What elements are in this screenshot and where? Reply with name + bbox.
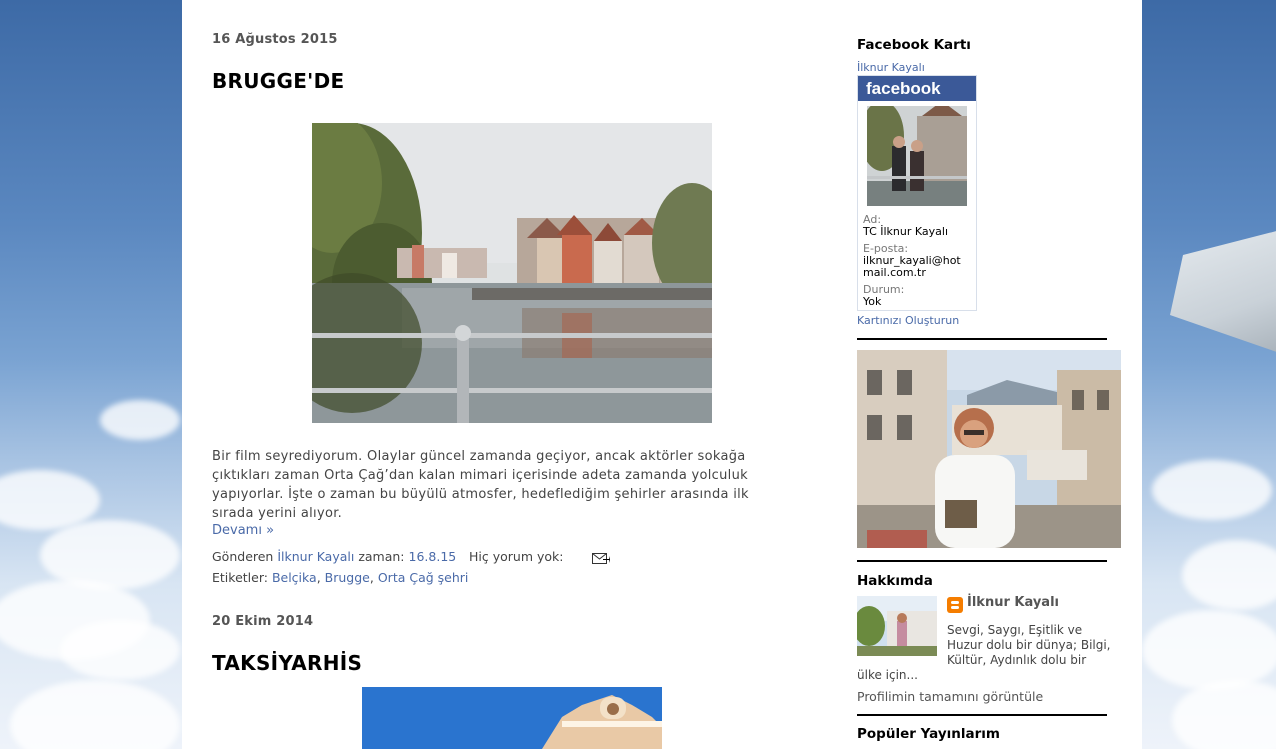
email-post-icon[interactable]	[592, 551, 610, 570]
divider	[857, 560, 1107, 562]
post-title-text[interactable]: BRUGGE'DE	[212, 69, 344, 93]
about-text: Sevgi, Saygı, Eşitlik ve Huzur dolu bir …	[947, 623, 1111, 668]
about-text-line: Kültür, Aydınlık dolu bir	[947, 653, 1087, 667]
facebook-card[interactable]: facebook Ad: TC İlknur Kayalı E-posta: i…	[857, 75, 977, 311]
facebook-profile-photo[interactable]	[867, 106, 967, 206]
read-more-link[interactable]: Devamı »	[212, 523, 274, 538]
label-link-belcika[interactable]: Belçika	[272, 570, 317, 585]
about-text-line: Huzur dolu bir dünya; Bilgi,	[947, 638, 1111, 652]
label-link-orta-cag[interactable]: Orta Çağ şehri	[378, 570, 469, 585]
labels-label: Etiketler:	[212, 570, 268, 585]
about-text-line: Sevgi, Saygı, Eşitlik ve	[947, 623, 1083, 637]
facebook-info: Ad: TC İlknur Kayalı E-posta: ilknur_kay…	[863, 214, 973, 308]
facebook-logo[interactable]: facebook	[858, 76, 976, 101]
post-title-text[interactable]: TAKSİYARHİS	[212, 651, 362, 675]
view-profile-link[interactable]: Profilimin tamamını görüntüle	[857, 689, 1043, 704]
post-title[interactable]: TAKSİYARHİS	[212, 651, 362, 675]
fb-email-value-2: mail.com.tr	[863, 266, 926, 279]
about-text-line: ülke için...	[857, 668, 918, 682]
background-sky-right	[1142, 0, 1276, 749]
background-sky-left	[0, 0, 182, 749]
post-image-taksiyarhis[interactable]	[362, 687, 662, 749]
facebook-widget-title: Facebook Kartı	[857, 37, 971, 53]
post-body: Bir film seyrediyorum. Olaylar güncel za…	[212, 449, 749, 521]
sidebar-photo[interactable]	[857, 350, 1121, 548]
post-footer: Gönderen İlknur Kayalı zaman: 16.8.15	[212, 549, 456, 564]
fb-ad-value: TC İlknur Kayalı	[863, 225, 949, 238]
post-image-brugge[interactable]	[312, 123, 712, 423]
label-separator: ,	[369, 570, 374, 585]
create-card-link[interactable]: Kartınızı Oluşturun	[857, 314, 959, 327]
post-time-link[interactable]: 16.8.15	[409, 549, 457, 564]
comments-link[interactable]: Hiç yorum yok:	[469, 549, 563, 564]
time-label: zaman:	[358, 549, 405, 564]
airplane-wing	[1170, 225, 1276, 360]
label-separator: ,	[316, 570, 321, 585]
fb-status-value: Yok	[863, 295, 882, 308]
author-link[interactable]: İlknur Kayalı	[277, 549, 354, 564]
about-avatar[interactable]	[857, 596, 937, 656]
posted-by-label: Gönderen	[212, 549, 274, 564]
divider	[857, 338, 1107, 340]
post-labels: Etiketler: Belçika, Brugge, Orta Çağ şeh…	[212, 570, 468, 585]
about-widget-title: Hakkımda	[857, 573, 933, 589]
post-date: 20 Ekim 2014	[212, 614, 314, 629]
post-title[interactable]: BRUGGE'DE	[212, 69, 344, 93]
blogger-icon	[947, 597, 963, 617]
popular-posts-title: Popüler Yayınlarım	[857, 726, 1000, 742]
about-author-link[interactable]: İlknur Kayalı	[967, 595, 1059, 610]
blog-page: 16 Ağustos 2015 BRUGGE'DE Bir film seyre…	[182, 0, 1142, 749]
facebook-name-link[interactable]: İlknur Kayalı	[857, 61, 925, 74]
post-date: 16 Ağustos 2015	[212, 32, 338, 47]
label-link-brugge[interactable]: Brugge	[325, 570, 370, 585]
divider	[857, 714, 1107, 716]
